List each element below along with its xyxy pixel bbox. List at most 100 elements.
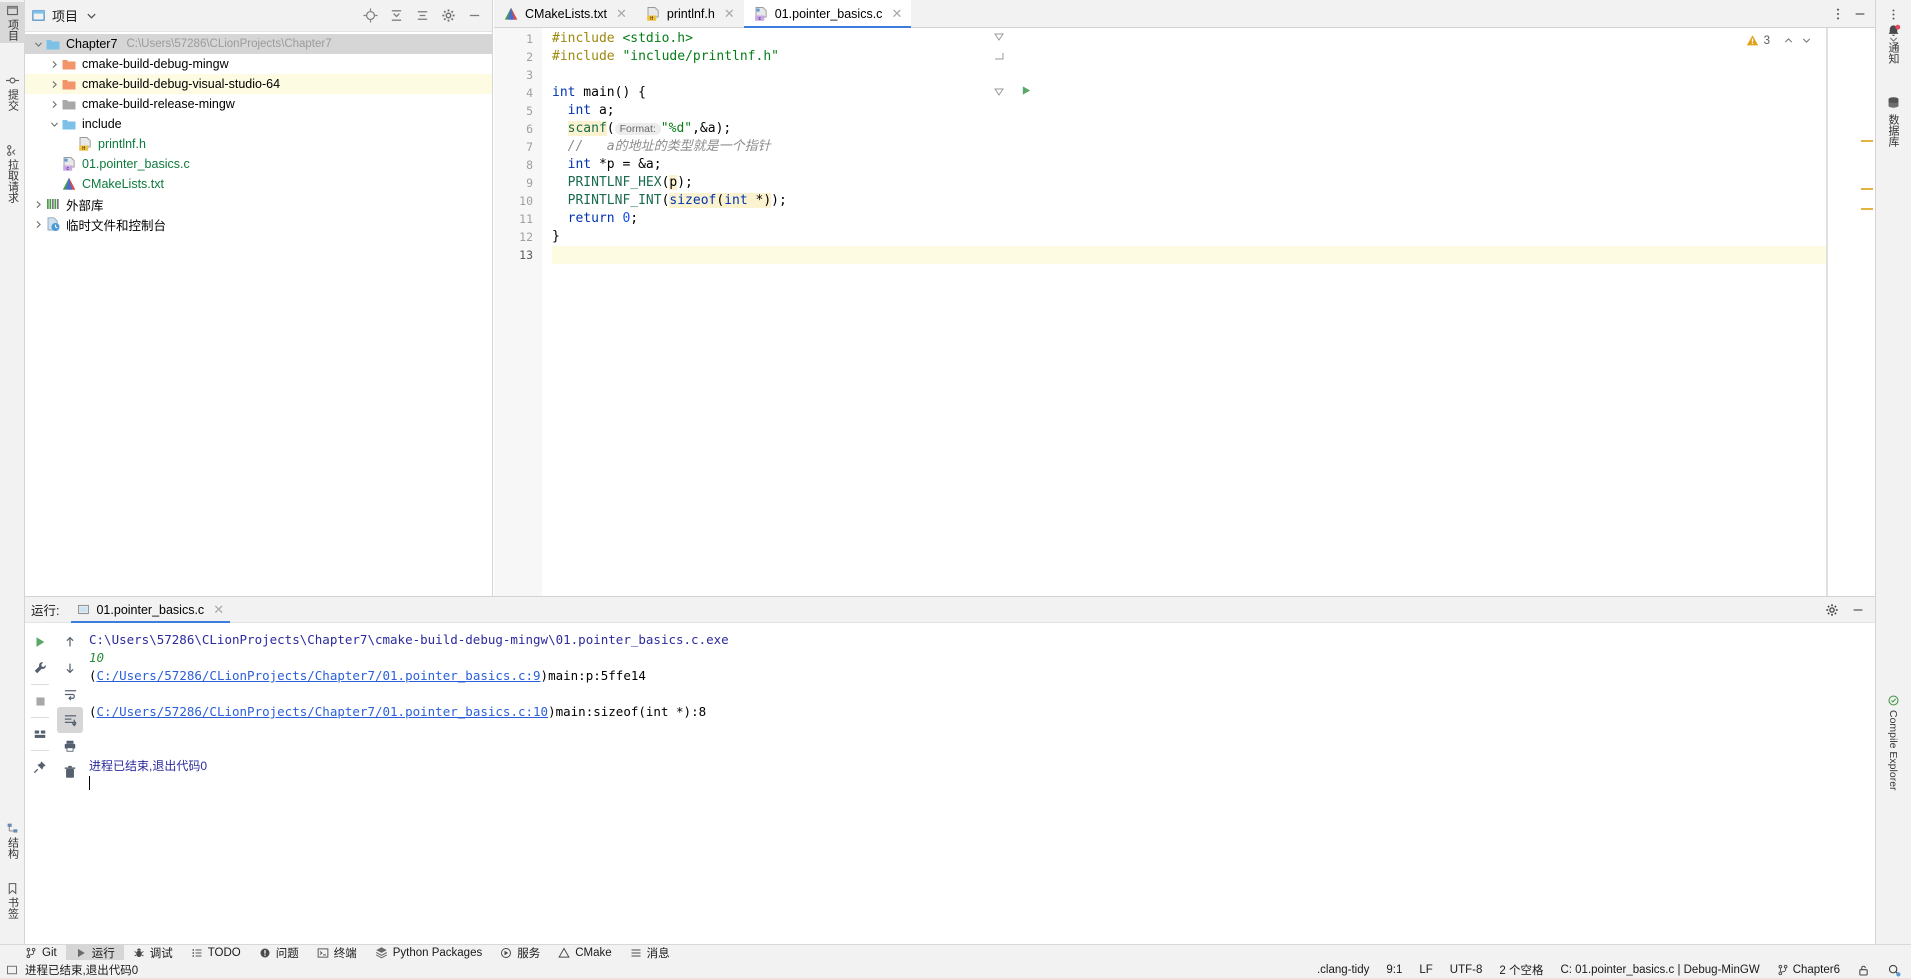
minimize-icon[interactable]: [1853, 7, 1867, 21]
editor-tab-01-pointer-basics-c[interactable]: c 01.pointer_basics.c ✕: [743, 0, 912, 28]
run-tab-01-pointer-basics[interactable]: 01.pointer_basics.c ✕: [69, 597, 232, 623]
console-hyperlink[interactable]: C:/Users/57286/CLionProjects/Chapter7/01…: [97, 668, 541, 683]
gutter-line-number[interactable]: 6: [494, 120, 542, 138]
inspection-icon[interactable]: [1887, 963, 1901, 977]
more-vertical-icon[interactable]: [1831, 7, 1845, 21]
close-icon[interactable]: ✕: [616, 6, 627, 22]
caret-position-widget[interactable]: 9:1: [1386, 964, 1402, 976]
gutter-line-number[interactable]: 13: [494, 246, 542, 264]
gutter-line-number[interactable]: 4: [494, 84, 542, 102]
code-line[interactable]: // a的地址的类型就是一个指针: [552, 138, 1875, 156]
run-configuration-widget[interactable]: C: 01.pointer_basics.c | Debug-MinGW: [1560, 964, 1759, 976]
tree-node--[interactable]: 临时文件和控制台: [25, 214, 492, 234]
editor-tab-printlnf-h[interactable]: Hprintlnf.h ✕: [636, 0, 744, 27]
tool-window-button--[interactable]: 问题: [250, 944, 308, 962]
rail-item-database[interactable]: 数据库: [1875, 92, 1911, 151]
next-occurrence-button[interactable]: [57, 655, 83, 681]
chevron-down-icon[interactable]: [1800, 34, 1813, 47]
console-hyperlink[interactable]: C:/Users/57286/CLionProjects/Chapter7/01…: [97, 704, 549, 719]
print-button[interactable]: [57, 733, 83, 759]
code-line[interactable]: [552, 246, 1875, 264]
code-line[interactable]: PRINTLNF_INT(sizeof(int *));: [552, 192, 1875, 210]
tree-node-cmake-build-release-mingw[interactable]: cmake-build-release-mingw: [25, 94, 492, 114]
expand-icon[interactable]: [415, 8, 430, 23]
code-line[interactable]: scanf(Format: "%d",&a);: [552, 120, 1875, 138]
chevron-down-icon[interactable]: [86, 10, 97, 21]
soft-wrap-button[interactable]: [57, 681, 83, 707]
tree-expander[interactable]: [47, 117, 61, 131]
previous-occurrence-button[interactable]: [57, 629, 83, 655]
chevron-down-icon[interactable]: [34, 40, 43, 49]
minimize-icon[interactable]: [1851, 603, 1865, 617]
tree-expander[interactable]: [47, 57, 61, 71]
clear-all-button[interactable]: [57, 759, 83, 785]
lock-icon[interactable]: [1857, 964, 1870, 977]
encoding-widget[interactable]: UTF-8: [1450, 964, 1483, 976]
tool-window-button-git[interactable]: Git: [16, 944, 66, 962]
rail-item-bookmarks[interactable]: 书签: [0, 880, 25, 921]
tree-node-cmakelists-txt[interactable]: CMakeLists.txt: [25, 174, 492, 194]
tree-expander[interactable]: [31, 217, 45, 231]
code-line[interactable]: return 0;: [552, 210, 1875, 228]
code-line[interactable]: int a;: [552, 102, 1875, 120]
tree-node--[interactable]: 外部库: [25, 194, 492, 214]
stripe-mark[interactable]: [1861, 208, 1873, 210]
scroll-to-end-button[interactable]: [57, 707, 83, 733]
tree-node-chapter7[interactable]: Chapter7 C:\Users\57286\CLionProjects\Cha…: [25, 34, 492, 54]
fold-marker-icon[interactable]: [994, 32, 1004, 42]
gutter-line-number[interactable]: 2: [494, 48, 542, 66]
tree-expander[interactable]: [31, 197, 45, 211]
gutter-line-number[interactable]: 8: [494, 156, 542, 174]
editor-tab-cmakelists-txt[interactable]: CMakeLists.txt ✕: [494, 0, 636, 27]
tool-window-button--[interactable]: 服务: [491, 944, 549, 962]
chevron-down-icon[interactable]: [50, 120, 59, 129]
tree-expander[interactable]: [31, 37, 45, 51]
tool-window-button--[interactable]: 调试: [124, 944, 182, 962]
tree-expander[interactable]: [47, 77, 61, 91]
layout-button[interactable]: [27, 721, 53, 747]
fold-marker-icon[interactable]: [994, 87, 1004, 97]
chevron-right-icon[interactable]: [50, 60, 59, 69]
gutter-line-number[interactable]: 12: [494, 228, 542, 246]
chevron-right-icon[interactable]: [50, 80, 59, 89]
chevron-right-icon[interactable]: [50, 100, 59, 109]
tree-node-include[interactable]: include: [25, 114, 492, 134]
git-branch-widget[interactable]: Chapter6: [1777, 964, 1840, 976]
console-output[interactable]: C:\Users\57286\CLionProjects\Chapter7\cm…: [85, 623, 1875, 944]
pin-button[interactable]: [27, 754, 53, 780]
run-line-marker-icon[interactable]: [1021, 85, 1032, 96]
inspector-widget[interactable]: .clang-tidy: [1317, 964, 1369, 976]
rail-item-compile-explorer[interactable]: Compile Explorer: [1875, 690, 1911, 795]
gutter-line-number[interactable]: 3: [494, 66, 542, 84]
inspection-widget[interactable]: 3: [1746, 34, 1813, 47]
code-line[interactable]: int *p = &a;: [552, 156, 1875, 174]
tree-node-cmake-build-debug-mingw[interactable]: cmake-build-debug-mingw: [25, 54, 492, 74]
code-line[interactable]: #include "include/printlnf.h": [552, 48, 1875, 66]
tool-window-button--[interactable]: 消息: [621, 944, 679, 962]
chevron-up-icon[interactable]: [1782, 34, 1795, 47]
code-content[interactable]: #include <stdio.h> #include "include/prin…: [542, 28, 1875, 596]
close-icon[interactable]: ✕: [213, 602, 224, 618]
gear-icon[interactable]: [1825, 603, 1839, 617]
stripe-mark[interactable]: [1861, 188, 1873, 190]
fold-marker-icon[interactable]: [994, 51, 1004, 61]
tool-window-button-todo[interactable]: TODO: [182, 944, 250, 962]
tree-expander[interactable]: [47, 97, 61, 111]
tool-window-button--[interactable]: 终端: [308, 944, 366, 962]
code-line[interactable]: int main() {: [552, 84, 1875, 102]
gutter-line-number[interactable]: 10: [494, 192, 542, 210]
editor-gutter[interactable]: 1 2 3 4 5 6 7 8 9 10 11 12 13: [494, 28, 542, 596]
close-icon[interactable]: ✕: [724, 6, 735, 22]
collapse-all-icon[interactable]: [389, 8, 404, 23]
minimize-icon[interactable]: [467, 8, 482, 23]
rail-item-commit[interactable]: 提交: [0, 72, 25, 113]
rail-item-pull-requests[interactable]: 拉取请求: [0, 142, 25, 205]
error-stripe-panel[interactable]: [1827, 28, 1875, 596]
rerun-button[interactable]: [27, 629, 53, 655]
gear-icon[interactable]: [441, 8, 456, 23]
code-line[interactable]: PRINTLNF_HEX(p);: [552, 174, 1875, 192]
close-icon[interactable]: ✕: [891, 6, 902, 22]
code-line[interactable]: #include <stdio.h>: [552, 30, 1875, 48]
indent-widget[interactable]: 2 个空格: [1499, 962, 1543, 978]
stripe-mark[interactable]: [1861, 140, 1873, 142]
